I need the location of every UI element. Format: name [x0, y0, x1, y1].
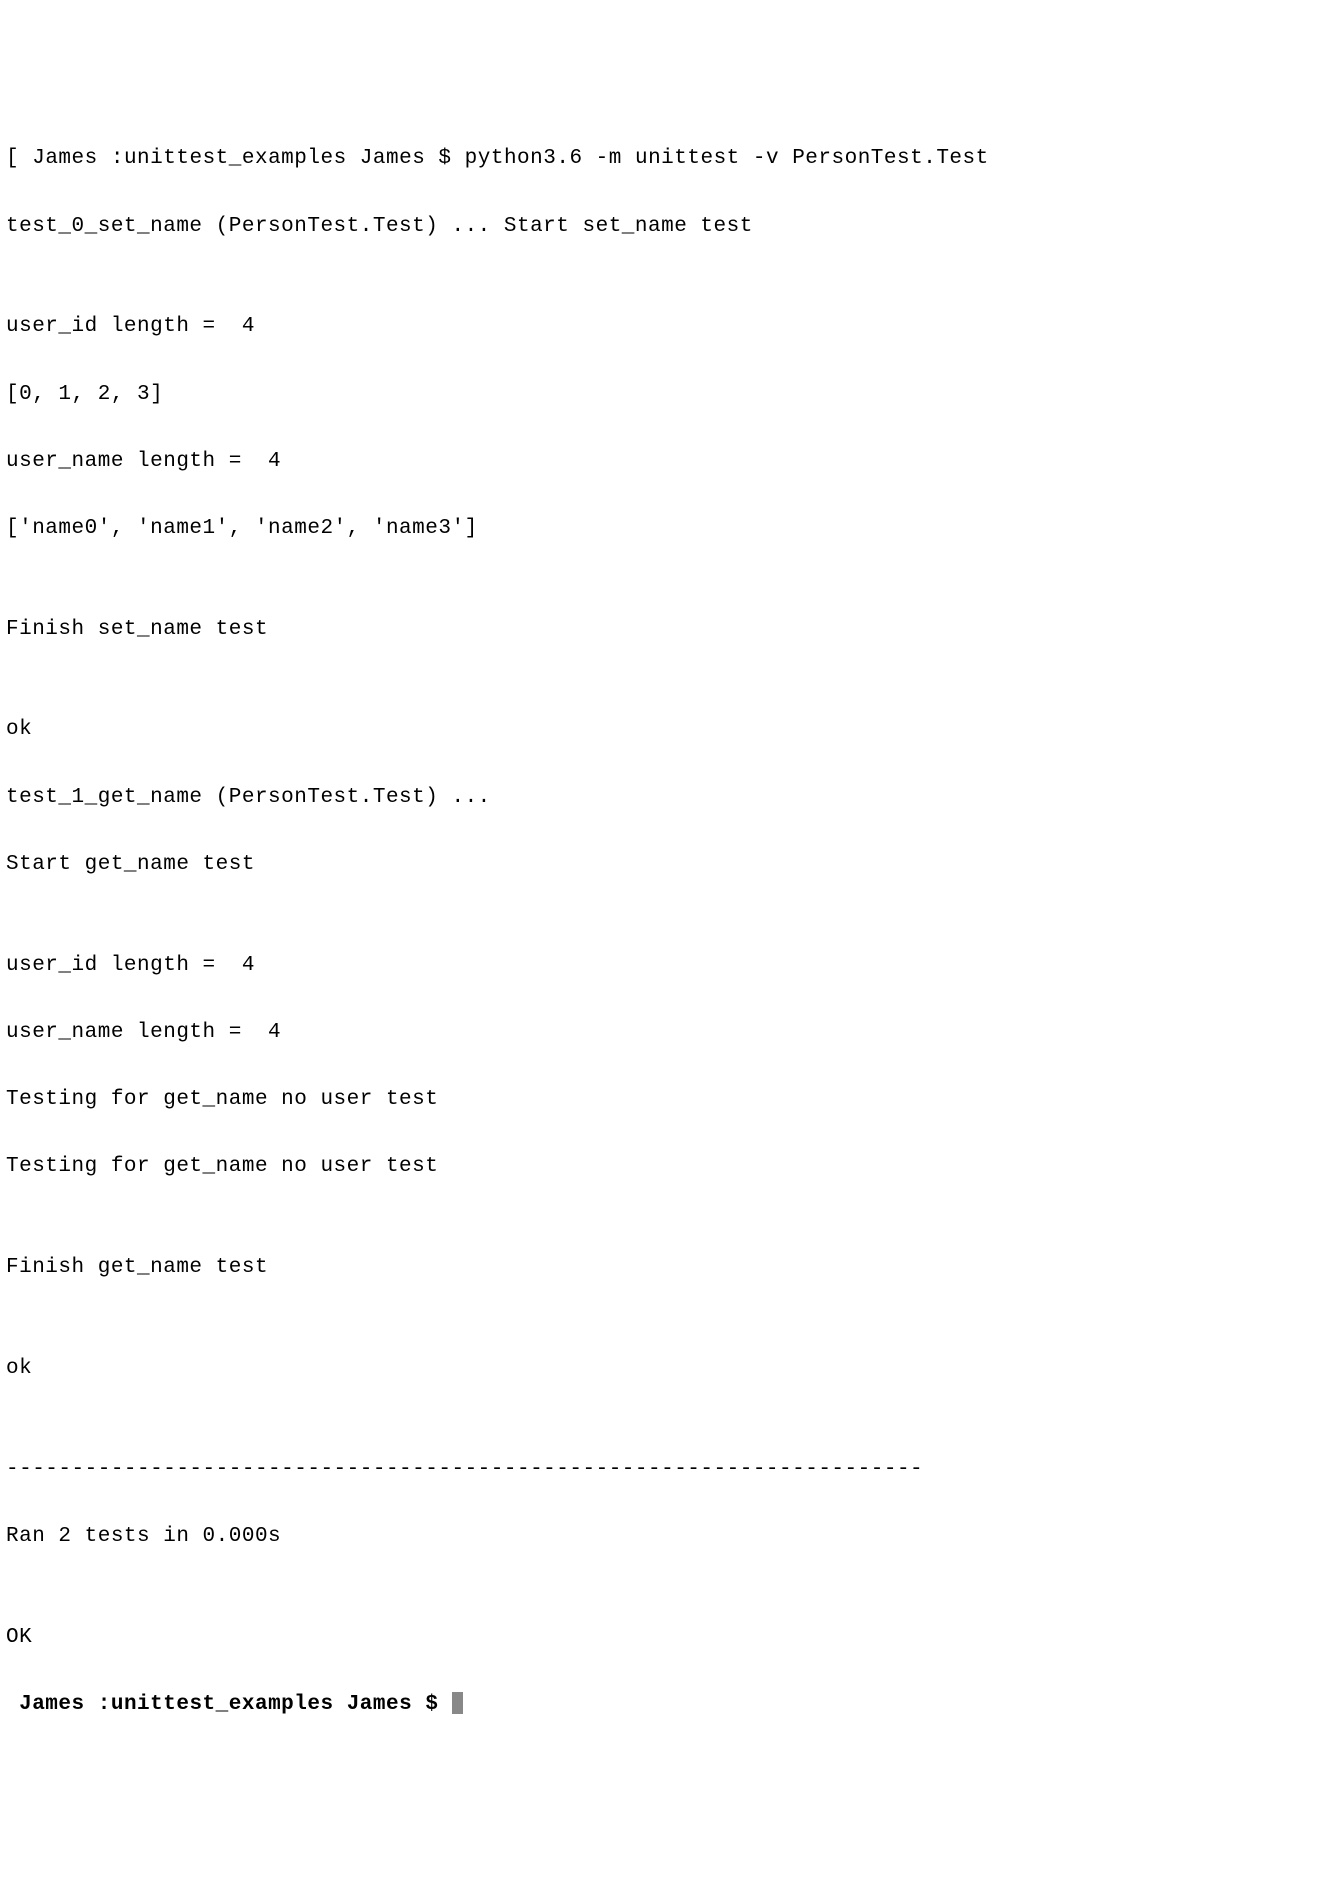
prompt-dir: unittest_examples — [124, 147, 347, 170]
command-text: python3.6 -m unittest -v PersonTest.Test — [465, 147, 989, 170]
terminal-output-line: ----------------------------------------… — [6, 1453, 1326, 1487]
prompt-colon: : — [98, 147, 124, 170]
prompt-user: James — [32, 147, 98, 170]
terminal-output-line: ok — [6, 1352, 1326, 1386]
terminal-output-line: Testing for get_name no user test — [6, 1150, 1326, 1184]
terminal-output-line: ok — [6, 713, 1326, 747]
prompt-dollar: $ — [412, 1693, 451, 1716]
prompt-colon: : — [85, 1693, 111, 1716]
terminal-line-prompt-1[interactable]: [ James :unittest_examples James $ pytho… — [6, 142, 1326, 176]
terminal-output-line: Testing for get_name no user test — [6, 1083, 1326, 1117]
terminal-output-line: test_0_set_name (PersonTest.Test) ... St… — [6, 210, 1326, 244]
cursor-icon — [452, 1692, 463, 1714]
terminal-output-line: [0, 1, 2, 3] — [6, 378, 1326, 412]
terminal-output-line: ['name0', 'name1', 'name2', 'name3'] — [6, 512, 1326, 546]
terminal-output-line: user_id length = 4 — [6, 310, 1326, 344]
prompt-dir: unittest_examples — [111, 1693, 334, 1716]
terminal-line-prompt-2[interactable]: James :unittest_examples James $ — [6, 1688, 1326, 1722]
terminal-output-line: Finish get_name test — [6, 1251, 1326, 1285]
terminal-output-line: test_1_get_name (PersonTest.Test) ... — [6, 781, 1326, 815]
terminal-output-line: user_name length = 4 — [6, 1016, 1326, 1050]
prompt-open-bracket: [ — [6, 147, 32, 170]
prompt-user: James — [6, 1693, 85, 1716]
terminal-output-line: Finish set_name test — [6, 613, 1326, 647]
prompt-user-2: James — [347, 147, 426, 170]
terminal-output-line: OK — [6, 1621, 1326, 1655]
prompt-dollar: $ — [425, 147, 464, 170]
terminal-output-line: user_id length = 4 — [6, 949, 1326, 983]
terminal-output-line: user_name length = 4 — [6, 445, 1326, 479]
terminal-output-line: Start get_name test — [6, 848, 1326, 882]
prompt-user-2: James — [334, 1693, 413, 1716]
terminal-output-line: Ran 2 tests in 0.000s — [6, 1520, 1326, 1554]
